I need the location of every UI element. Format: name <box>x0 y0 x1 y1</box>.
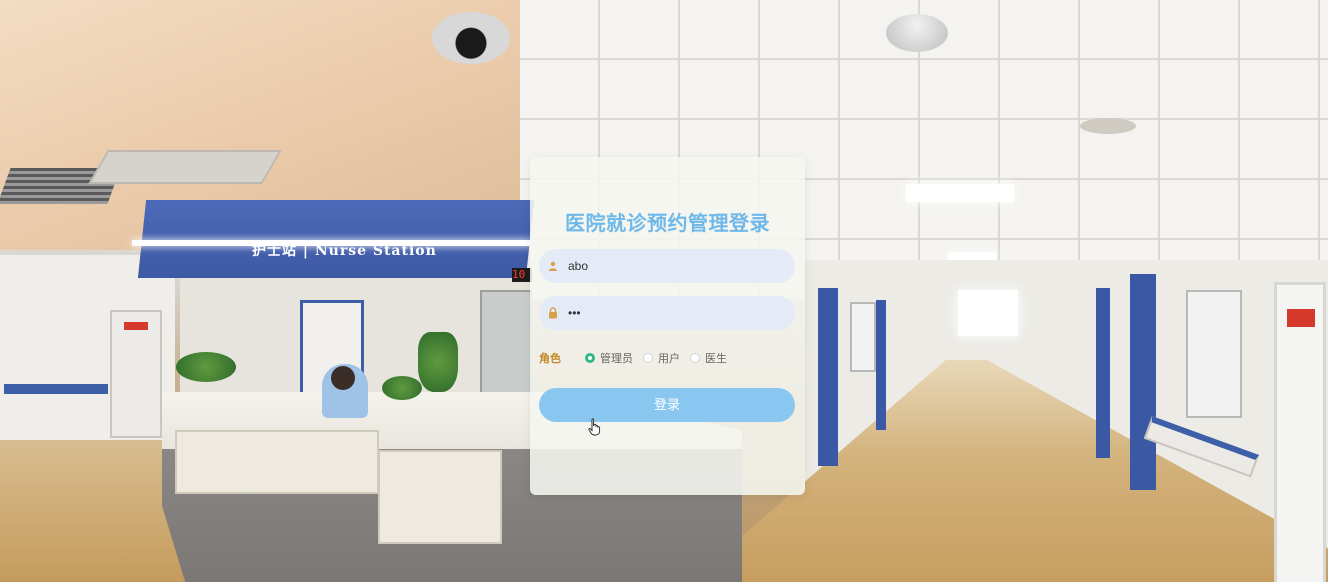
corridor-door <box>818 288 838 466</box>
corridor-door <box>1130 274 1156 490</box>
role-option-label: 管理员 <box>600 352 633 365</box>
role-option-label: 用户 <box>658 352 680 365</box>
role-option-user[interactable]: 用户 <box>643 350 680 366</box>
counter-panel <box>175 430 379 494</box>
role-selector: 角色 管理员 用户 医生 <box>539 350 737 366</box>
notice-board <box>1186 290 1242 418</box>
nurse-station-sign: 护士站 | Nurse Station <box>252 243 437 259</box>
nurse-head <box>331 366 355 390</box>
role-option-admin[interactable]: 管理员 <box>585 350 633 366</box>
handrail <box>4 384 108 394</box>
ceiling-fixture <box>1080 118 1136 134</box>
security-camera <box>432 12 510 64</box>
radio-icon[interactable] <box>643 353 653 363</box>
nurse-station-canopy <box>137 200 535 278</box>
username-input[interactable] <box>568 251 788 281</box>
username-field[interactable] <box>539 249 795 283</box>
ceiling-fixture <box>886 14 948 52</box>
plant <box>418 332 458 392</box>
medicine-cabinet <box>480 290 532 404</box>
corridor-window <box>958 290 1018 336</box>
login-card: 医院就诊预约管理登录 角色 管理员 用户 <box>530 157 805 495</box>
role-option-label: 医生 <box>705 352 727 365</box>
hand-pointer-icon <box>588 418 601 436</box>
login-button[interactable]: 登录 <box>539 388 795 422</box>
ceiling-light <box>906 184 1014 202</box>
corridor-door <box>876 300 886 430</box>
lock-icon <box>546 306 560 320</box>
radio-checked-icon[interactable] <box>585 353 595 363</box>
login-title: 医院就诊预约管理登录 <box>565 211 770 235</box>
password-input[interactable] <box>568 298 788 328</box>
corridor-door <box>1096 288 1110 458</box>
ceiling-panel <box>88 150 282 184</box>
left-door <box>110 310 162 438</box>
password-field[interactable] <box>539 296 795 330</box>
role-option-doctor[interactable]: 医生 <box>690 350 727 366</box>
counter-panel <box>378 450 502 544</box>
plant <box>176 352 236 382</box>
floor-display: 10 <box>512 268 532 282</box>
right-door <box>1274 282 1326 582</box>
radio-icon[interactable] <box>690 353 700 363</box>
role-label: 角色 <box>539 352 561 365</box>
plant <box>382 376 422 400</box>
notice-board <box>850 302 876 372</box>
ceiling-light <box>948 252 996 260</box>
user-icon <box>546 259 560 273</box>
